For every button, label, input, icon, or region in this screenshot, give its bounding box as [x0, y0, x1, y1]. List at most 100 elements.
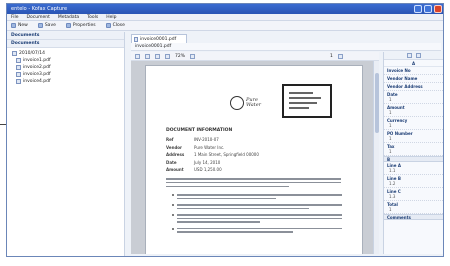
meta-value: 1 Main Street, Springfield 00000: [194, 152, 259, 157]
field-label: Vendor Address: [387, 84, 423, 89]
field-tax[interactable]: Tax 1: [384, 143, 443, 156]
app-window: entelo - Kofax Capture File Document Met…: [6, 3, 444, 257]
field-value: 1: [389, 136, 392, 141]
fields-heading: A: [384, 60, 443, 67]
field-total[interactable]: Total 1: [384, 201, 443, 214]
tree-node[interactable]: invoice1.pdf: [12, 57, 124, 64]
tree-label: invoice3.pdf: [23, 72, 51, 77]
pdf-file-icon: [134, 37, 138, 42]
field-value: 1: [389, 97, 392, 102]
address-stamp: [282, 84, 332, 118]
first-page-icon[interactable]: [135, 53, 140, 59]
menu-bar: File Document Metadata Tools Help: [7, 14, 443, 21]
document-tab[interactable]: invoice0001.pdf: [131, 34, 187, 43]
field-vendor-address[interactable]: Vendor Address: [384, 83, 443, 91]
pdf-file-icon: [16, 72, 21, 77]
properties-icon: [65, 23, 71, 28]
close-doc-button[interactable]: Close: [105, 23, 125, 28]
field-value: 1.3: [389, 194, 396, 199]
field-date[interactable]: Date 1: [384, 91, 443, 104]
folder-icon: [12, 51, 17, 56]
field-value: 1.2: [389, 181, 396, 186]
pdf-file-icon: [16, 65, 21, 70]
meta-value: Pure Water Inc.: [194, 144, 225, 150]
panel-prev-icon[interactable]: [406, 53, 412, 58]
panel-next-icon[interactable]: [415, 53, 421, 58]
vertical-scrollbar[interactable]: [373, 61, 379, 254]
tree-node-batch[interactable]: 2010/07/14: [12, 50, 124, 57]
close-icon[interactable]: [434, 5, 442, 13]
field-line-b[interactable]: Line B 1.2: [384, 175, 443, 188]
title-bar: entelo - Kofax Capture: [7, 4, 443, 14]
main-toolbar: New Save Properties Close: [7, 21, 443, 31]
maximize-icon[interactable]: [424, 5, 432, 13]
meta-value: INV-2010-07: [194, 137, 219, 142]
tree-label: invoice4.pdf: [23, 79, 51, 84]
tree-label: invoice2.pdf: [23, 65, 51, 70]
zoom-dropdown-icon[interactable]: [190, 53, 196, 59]
meta-key: Vendor: [166, 144, 183, 150]
left-header-1[interactable]: Documents: [7, 32, 124, 40]
section-header-comments[interactable]: Comments: [384, 214, 443, 220]
new-button[interactable]: New: [11, 23, 28, 28]
menu-file[interactable]: File: [11, 15, 19, 20]
tree-node[interactable]: invoice4.pdf: [12, 78, 124, 85]
meta-value: USD 1,250.00: [194, 167, 222, 172]
main-area: invoice0001.pdf invoice0001.pdf 72% 1 Pu…: [127, 32, 443, 256]
save-button[interactable]: Save: [37, 23, 56, 28]
left-header-2[interactable]: Documents: [7, 40, 124, 48]
field-label: Invoice No: [387, 68, 411, 73]
field-currency[interactable]: Currency 1: [384, 117, 443, 130]
field-label: Vendor Name: [387, 76, 418, 81]
meta-key: Address: [166, 152, 185, 157]
document-page: Pure Water DOCUMENT INFORMATION Ref INV-2…: [145, 65, 363, 254]
scroll-thumb[interactable]: [375, 73, 379, 133]
document-heading: DOCUMENT INFORMATION: [166, 128, 233, 133]
field-line-a[interactable]: Line A 1.1: [384, 162, 443, 175]
new-icon: [11, 23, 16, 28]
page-number[interactable]: 1: [330, 54, 333, 59]
tree-label: 2010/07/14: [19, 51, 45, 56]
document-tree: 2010/07/14 invoice1.pdf invoice2.pdf inv…: [7, 48, 124, 85]
pdf-file-icon: [16, 79, 21, 84]
company-logo-icon: [230, 96, 244, 110]
menu-metadata[interactable]: Metadata: [58, 15, 79, 20]
field-value: 1.1: [389, 168, 396, 173]
logo-text: Pure Water: [246, 97, 262, 108]
save-label: Save: [44, 23, 56, 28]
properties-button[interactable]: Properties: [65, 23, 96, 28]
document-meta: Ref INV-2010-07 Vendor Pure Water Inc. Add…: [166, 136, 296, 174]
left-panel: Documents Documents 2010/07/14 invoice1.…: [7, 32, 125, 256]
menu-help[interactable]: Help: [106, 15, 116, 20]
hand-tool-icon[interactable]: [165, 53, 170, 59]
next-page-icon[interactable]: [337, 53, 343, 59]
document-viewer[interactable]: Pure Water DOCUMENT INFORMATION Ref INV-2…: [131, 61, 379, 254]
close-doc-icon: [105, 23, 111, 28]
field-amount[interactable]: Amount 1: [384, 104, 443, 117]
menu-document[interactable]: Document: [27, 15, 50, 20]
prev-page-icon[interactable]: [145, 53, 150, 59]
tree-node[interactable]: invoice2.pdf: [12, 64, 124, 71]
tree-node[interactable]: invoice3.pdf: [12, 71, 124, 78]
zoom-level[interactable]: 72%: [175, 54, 185, 59]
fields-panel: A Invoice No Vendor Name Vendor Address …: [383, 52, 443, 254]
zoom-in-icon[interactable]: [155, 53, 160, 59]
menu-tools[interactable]: Tools: [87, 15, 98, 20]
field-po-number[interactable]: PO Number 1: [384, 130, 443, 143]
field-invoice-no[interactable]: Invoice No: [384, 67, 443, 75]
meta-key: Date: [166, 159, 177, 165]
bullet-list: [172, 194, 342, 238]
field-line-c[interactable]: Line C 1.3: [384, 188, 443, 201]
field-vendor-name[interactable]: Vendor Name: [384, 75, 443, 83]
document-tab-label: invoice0001.pdf: [140, 37, 177, 42]
view-toolbar: 72% 1: [131, 52, 379, 61]
file-path: invoice0001.pdf: [131, 43, 441, 51]
new-label: New: [18, 23, 28, 28]
body-paragraph: [166, 178, 341, 189]
tree-label: invoice1.pdf: [23, 58, 51, 63]
field-value: 1: [389, 149, 392, 154]
save-icon: [37, 23, 43, 28]
meta-value: July 14, 2010: [194, 159, 221, 165]
pdf-file-icon: [16, 58, 21, 63]
minimize-icon[interactable]: [414, 5, 422, 13]
